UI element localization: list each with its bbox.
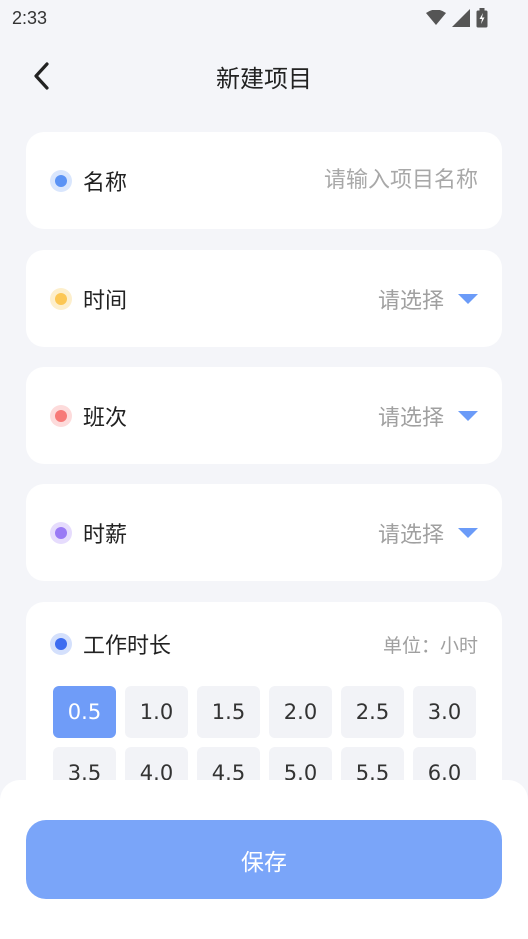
time-dot-icon	[50, 287, 72, 310]
name-field-card: 名称	[26, 132, 502, 229]
work-duration-label: 工作时长	[83, 634, 172, 659]
time-field-card[interactable]: 时间 请选择	[26, 250, 502, 347]
name-dot-icon	[50, 169, 72, 192]
time-select[interactable]: 请选择	[378, 283, 478, 315]
shift-label: 班次	[83, 405, 128, 431]
name-label: 名称	[83, 170, 128, 196]
signal-icon	[452, 9, 470, 27]
shift-field-card[interactable]: 班次 请选择	[26, 367, 502, 464]
hourly-wage-select[interactable]: 请选择	[378, 517, 478, 549]
status-bar: 2:33	[0, 0, 528, 36]
duration-option[interactable]: 3.0	[413, 686, 476, 738]
wifi-icon	[426, 10, 446, 25]
hourly-wage-label: 时薪	[83, 522, 128, 548]
hourly-wage-field-card[interactable]: 时薪 请选择	[26, 484, 502, 581]
unit-label: 单位：小时	[382, 634, 478, 657]
caret-down-icon	[458, 410, 478, 421]
hourly-wage-dot-icon	[50, 521, 72, 544]
duration-option[interactable]: 2.5	[341, 686, 404, 738]
back-button[interactable]	[24, 58, 60, 94]
time-select-value: 请选择	[377, 288, 444, 314]
chevron-left-icon	[34, 62, 49, 90]
battery-icon	[476, 8, 488, 28]
status-time: 2:33	[12, 7, 48, 28]
shift-select[interactable]: 请选择	[378, 400, 478, 432]
work-duration-dot-icon	[50, 633, 72, 655]
header: 新建项目	[0, 50, 528, 102]
caret-down-icon	[458, 293, 478, 304]
shift-dot-icon	[50, 404, 72, 427]
hourly-wage-select-value: 请选择	[377, 522, 444, 548]
page-title: 新建项目	[216, 64, 312, 93]
duration-option[interactable]: 0.5	[53, 686, 116, 738]
shift-select-value: 请选择	[377, 405, 444, 431]
status-icons	[426, 8, 488, 28]
time-label: 时间	[83, 288, 128, 314]
duration-option[interactable]: 1.0	[125, 686, 188, 738]
duration-option[interactable]: 1.5	[197, 686, 260, 738]
caret-down-icon	[458, 527, 478, 538]
bottom-panel: 保存	[0, 780, 528, 939]
name-input[interactable]	[238, 168, 478, 193]
save-button[interactable]: 保存	[26, 820, 502, 899]
duration-option[interactable]: 2.0	[269, 686, 332, 738]
